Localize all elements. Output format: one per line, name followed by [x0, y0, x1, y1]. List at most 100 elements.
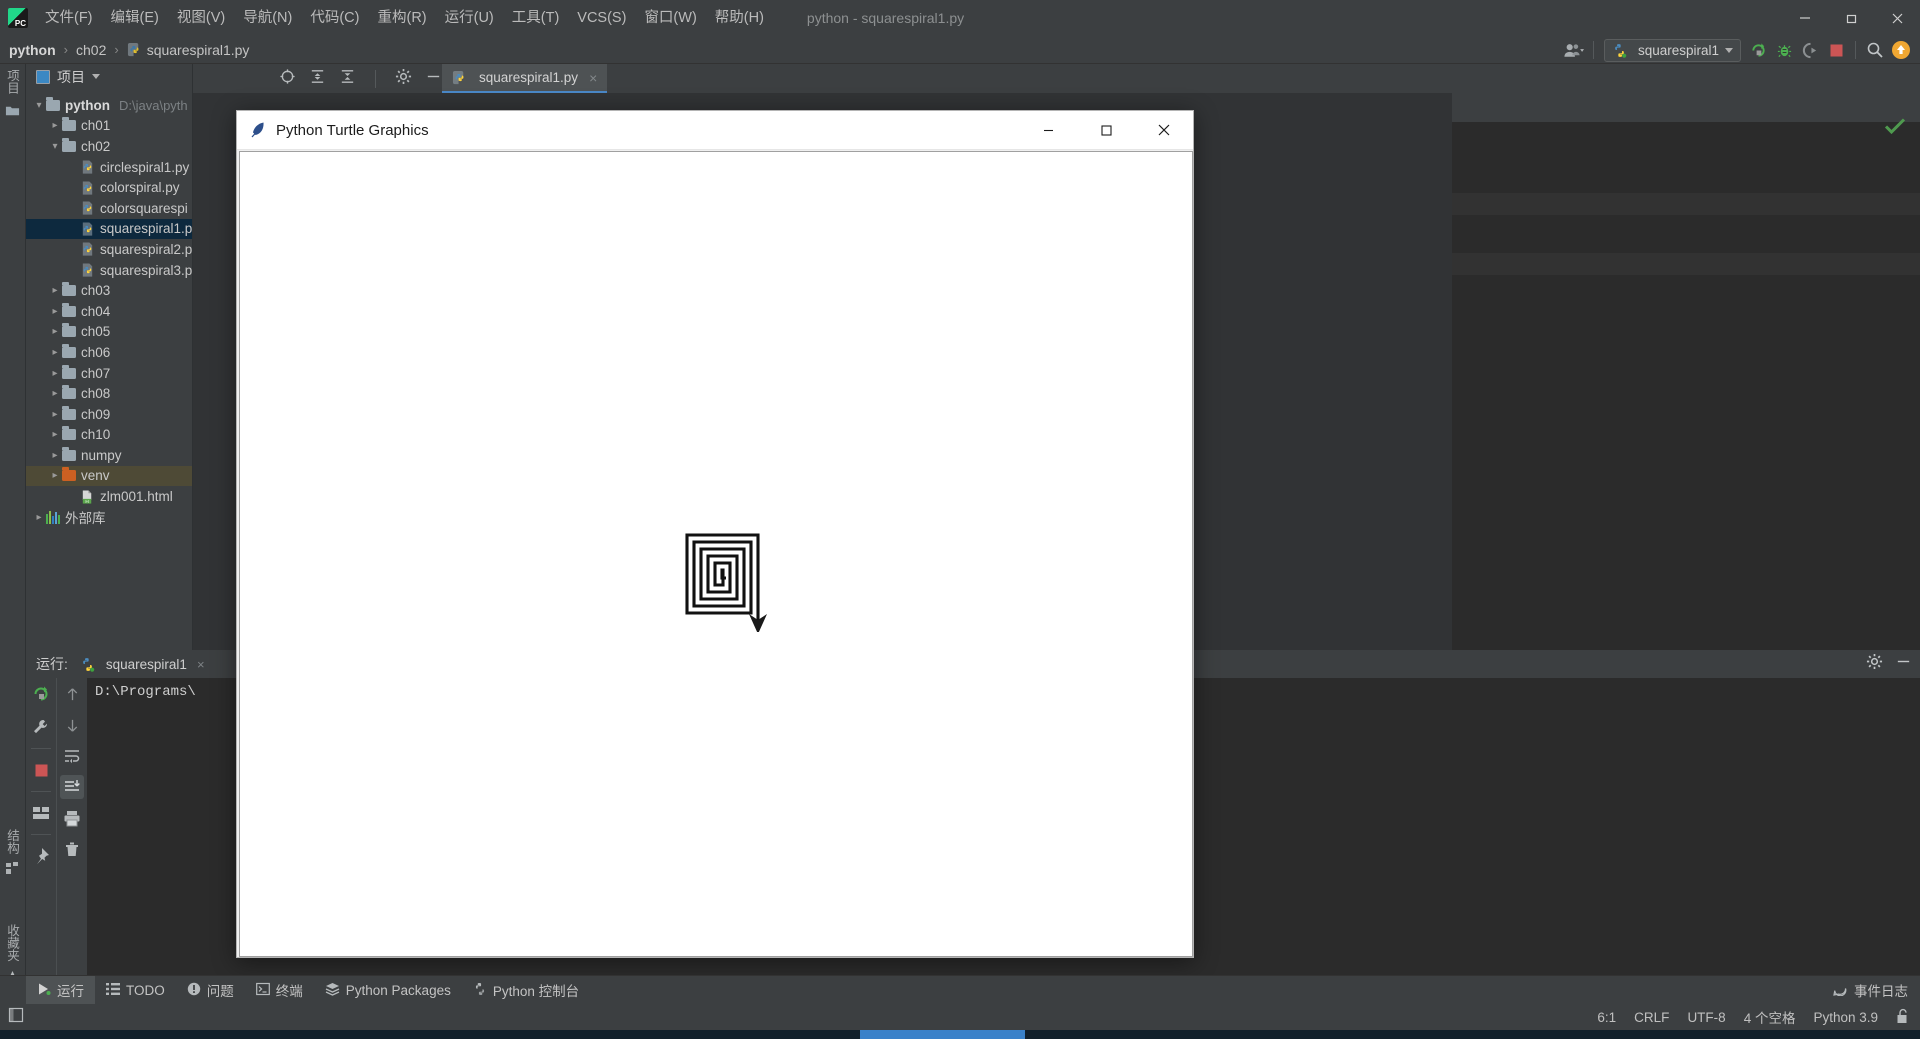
python-turtle-graphics-window[interactable]: Python Turtle Graphics	[236, 110, 1194, 958]
collapse-all-icon[interactable]	[339, 68, 356, 90]
tree-row-squarespiral1[interactable]: squarespiral1.p	[26, 218, 192, 240]
bottom-tab-todo[interactable]: TODO	[95, 976, 176, 1005]
tree-row-ch07[interactable]: ▸ ch07	[26, 363, 192, 384]
tree-row-ch01[interactable]: ▸ ch01	[26, 116, 192, 137]
stop-button[interactable]	[29, 758, 53, 782]
bottom-tab-run[interactable]: 运行	[26, 975, 95, 1005]
tool-window-favorites-label[interactable]: 收藏夹	[3, 924, 22, 962]
tree-row-ch03[interactable]: ▸ ch03	[26, 280, 192, 301]
tab-squarespiral1[interactable]: squarespiral1.py ×	[442, 64, 608, 93]
locate-icon[interactable]	[279, 68, 296, 90]
bottom-tab-terminal[interactable]: 终端	[245, 976, 314, 1005]
restore-icon[interactable]	[1828, 0, 1874, 36]
pin-button[interactable]	[29, 844, 53, 868]
bottom-tab-problems[interactable]: 问题	[176, 976, 245, 1005]
menu-refactor[interactable]: 重构(R)	[368, 4, 435, 32]
chevron-right-icon[interactable]: ▸	[48, 120, 62, 131]
run-tab-squarespiral1[interactable]: squarespiral1 ×	[76, 656, 209, 673]
chevron-right-icon[interactable]: ▸	[48, 470, 62, 481]
down-arrow-button[interactable]	[60, 713, 84, 737]
editor-content[interactable]	[1452, 93, 1920, 650]
chevron-down-icon[interactable]: ▾	[32, 100, 46, 111]
run-coverage-button[interactable]	[1797, 37, 1823, 63]
menu-window[interactable]: 窗口(W)	[635, 4, 705, 32]
tree-row-colorsquarespiral[interactable]: colorsquarespi	[26, 198, 192, 219]
tree-row-ch10[interactable]: ▸ ch10	[26, 425, 192, 446]
hide-icon[interactable]	[1895, 653, 1912, 675]
turtle-canvas[interactable]	[239, 151, 1193, 957]
tree-row-python[interactable]: ▾ python D:\java\pyth	[26, 95, 192, 116]
breadcrumb-item-folder[interactable]: ch02	[76, 42, 106, 58]
caret-position[interactable]: 6:1	[1597, 1010, 1616, 1025]
search-icon[interactable]	[1862, 37, 1888, 63]
chevron-down-icon[interactable]	[92, 74, 100, 79]
menu-edit[interactable]: 编辑(E)	[102, 4, 168, 32]
close-icon[interactable]	[1135, 111, 1193, 150]
chevron-right-icon[interactable]: ▸	[48, 409, 62, 420]
debug-button[interactable]	[1771, 37, 1797, 63]
print-button[interactable]	[60, 806, 84, 830]
project-tree[interactable]: ▾ python D:\java\pyth ▸ ch01 ▾ ch02 circ…	[26, 89, 192, 527]
maximize-icon[interactable]	[1077, 111, 1135, 150]
toggle-tool-window-icon[interactable]	[8, 1007, 24, 1028]
user-account-icon[interactable]	[1561, 37, 1587, 63]
close-icon[interactable]: ×	[197, 657, 205, 672]
menu-tools[interactable]: 工具(T)	[503, 4, 569, 32]
tool-window-structure-label[interactable]: 结构	[3, 829, 22, 854]
turtle-title-bar[interactable]: Python Turtle Graphics	[237, 111, 1193, 150]
chevron-right-icon[interactable]: ▸	[48, 347, 62, 358]
tree-row-ch05[interactable]: ▸ ch05	[26, 322, 192, 343]
project-folder-icon[interactable]	[5, 104, 20, 122]
menu-run[interactable]: 运行(U)	[436, 4, 503, 32]
menu-file[interactable]: 文件(F)	[36, 4, 102, 32]
taskbar-active-item[interactable]	[860, 1030, 1025, 1039]
tree-row-ch04[interactable]: ▸ ch04	[26, 301, 192, 322]
chevron-right-icon[interactable]: ▸	[48, 388, 62, 399]
run-button[interactable]	[1745, 37, 1771, 63]
menu-vcs[interactable]: VCS(S)	[568, 4, 635, 32]
structure-icon[interactable]	[5, 862, 20, 880]
chevron-right-icon[interactable]: ▸	[48, 285, 62, 296]
event-log-button[interactable]: 事件日志	[1833, 980, 1908, 1000]
chevron-right-icon[interactable]: ▸	[48, 368, 62, 379]
tree-row-external-libraries[interactable]: ▸ 外部库	[26, 507, 192, 528]
tree-row-squarespiral3[interactable]: squarespiral3.p	[26, 260, 192, 281]
run-configuration-selector[interactable]: squarespiral1	[1603, 38, 1741, 62]
rerun-button[interactable]	[29, 682, 53, 706]
settings-gear-icon[interactable]	[1866, 653, 1883, 675]
tool-window-project-label[interactable]: 项目	[3, 69, 22, 94]
settings-icon[interactable]	[395, 68, 412, 90]
hide-icon[interactable]	[425, 68, 442, 90]
tree-row-squarespiral2[interactable]: squarespiral2.p	[26, 239, 192, 260]
tree-row-zlm001html[interactable]: H zlm001.html	[26, 486, 192, 507]
minimize-icon[interactable]	[1019, 111, 1077, 150]
chevron-right-icon[interactable]: ▸	[48, 326, 62, 337]
stop-button[interactable]	[1823, 37, 1849, 63]
inspection-ok-icon[interactable]	[1884, 117, 1906, 140]
close-icon[interactable]: ×	[589, 70, 597, 86]
menu-navigate[interactable]: 导航(N)	[234, 4, 301, 32]
minimize-icon[interactable]	[1782, 0, 1828, 36]
chevron-right-icon[interactable]: ▸	[32, 512, 46, 523]
chevron-right-icon[interactable]: ▸	[48, 429, 62, 440]
chevron-right-icon[interactable]: ▸	[48, 450, 62, 461]
main-menu[interactable]: 文件(F) 编辑(E) 视图(V) 导航(N) 代码(C) 重构(R) 运行(U…	[36, 0, 773, 36]
updates-icon[interactable]	[1888, 37, 1914, 63]
expand-all-icon[interactable]	[309, 68, 326, 90]
bottom-tab-python-packages[interactable]: Python Packages	[314, 976, 462, 1005]
chevron-right-icon[interactable]: ▸	[48, 306, 62, 317]
settings-wrench-icon[interactable]	[29, 715, 53, 739]
line-separator[interactable]: CRLF	[1634, 1010, 1669, 1025]
tree-row-colorspiral[interactable]: colorspiral.py	[26, 177, 192, 198]
scroll-to-end-button[interactable]	[60, 775, 84, 799]
file-encoding[interactable]: UTF-8	[1687, 1010, 1725, 1025]
trash-button[interactable]	[60, 837, 84, 861]
tree-row-venv[interactable]: ▸ venv	[26, 465, 192, 487]
close-icon[interactable]	[1874, 0, 1920, 36]
python-interpreter[interactable]: Python 3.9	[1813, 1010, 1878, 1025]
soft-wrap-button[interactable]	[60, 744, 84, 768]
tree-row-ch09[interactable]: ▸ ch09	[26, 404, 192, 425]
unlocked-icon[interactable]	[1896, 1008, 1910, 1027]
up-arrow-button[interactable]	[60, 682, 84, 706]
menu-help[interactable]: 帮助(H)	[706, 4, 773, 32]
